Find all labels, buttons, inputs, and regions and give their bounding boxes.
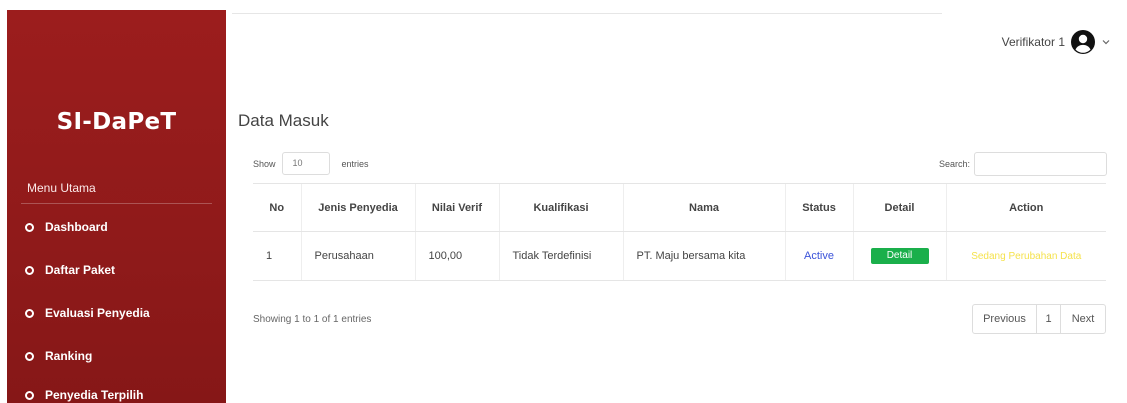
menu-divider	[21, 203, 212, 204]
cell-nilai-verif: 100,00	[414, 231, 499, 281]
cell-kualifikasi: Tidak Terdefinisi	[498, 231, 623, 281]
action-status-text: Sedang Perubahan Data	[971, 251, 1082, 262]
previous-button[interactable]: Previous	[973, 305, 1037, 333]
column-header-no[interactable]: No	[253, 183, 301, 232]
column-header-action[interactable]: Action	[945, 183, 1106, 232]
entries-label: entries	[341, 158, 369, 169]
sidebar-item-daftar-paket[interactable]: Daftar Paket	[25, 259, 115, 281]
user-circle-icon	[1071, 30, 1095, 54]
chevron-down-icon	[1102, 40, 1110, 45]
sidebar-item-label: Penyedia Terpilih	[45, 388, 144, 402]
brand-logo: SI-DaPeT	[56, 109, 177, 135]
sidebar-item-label: Dashboard	[45, 220, 108, 234]
circle-bullet-icon	[25, 222, 34, 232]
sidebar-item-label: Ranking	[45, 349, 93, 363]
user-name: Verifikator 1	[1001, 35, 1065, 49]
column-header-jenis-penyedia[interactable]: Jenis Penyedia	[300, 183, 415, 232]
sidebar: SI-DaPeT Menu Utama Dashboard Daftar Pak…	[7, 10, 226, 403]
circle-bullet-icon	[25, 265, 34, 275]
table-search: Search:	[939, 152, 1107, 176]
user-menu[interactable]: Verifikator 1	[1002, 30, 1111, 54]
data-table: No Jenis Penyedia Nilai Verif Kualifikas…	[253, 183, 1106, 281]
cell-no: 1	[253, 231, 301, 281]
sidebar-item-label: Daftar Paket	[45, 263, 116, 277]
detail-button[interactable]: Detail	[870, 248, 929, 264]
cell-jenis-penyedia: Perusahaan	[300, 231, 415, 281]
entries-length-control: Show 10 entries	[253, 152, 369, 175]
next-button[interactable]: Next	[1061, 305, 1105, 333]
page-title: Data Masuk	[238, 111, 329, 130]
sidebar-item-dashboard[interactable]: Dashboard	[25, 216, 108, 238]
cell-action: Sedang Perubahan Data	[945, 231, 1106, 281]
cell-detail: Detail	[852, 231, 946, 281]
column-header-status[interactable]: Status	[784, 183, 853, 232]
menu-heading: Menu Utama	[27, 181, 96, 195]
column-header-nilai-verif[interactable]: Nilai Verif	[414, 183, 499, 232]
sidebar-item-penyedia-terpilih[interactable]: Penyedia Terpilih	[25, 384, 143, 403]
pagination: Previous 1 Next	[972, 304, 1106, 334]
column-header-detail[interactable]: Detail	[852, 183, 946, 232]
circle-bullet-icon	[25, 390, 34, 400]
table-info: Showing 1 to 1 of 1 entries	[253, 314, 372, 325]
entries-select[interactable]: 10	[281, 152, 330, 175]
column-header-kualifikasi[interactable]: Kualifikasi	[498, 183, 623, 232]
topbar-divider	[232, 13, 942, 14]
show-label: Show	[253, 158, 276, 169]
search-label: Search:	[938, 159, 970, 169]
page-1-button[interactable]: 1	[1037, 305, 1061, 333]
circle-bullet-icon	[25, 308, 34, 318]
sidebar-item-evaluasi-penyedia[interactable]: Evaluasi Penyedia	[25, 302, 150, 324]
table-header-row: No Jenis Penyedia Nilai Verif Kualifikas…	[253, 183, 1106, 232]
circle-bullet-icon	[25, 351, 34, 361]
sidebar-item-ranking[interactable]: Ranking	[25, 345, 92, 367]
cell-nama: PT. Maju bersama kita	[622, 231, 785, 281]
search-input[interactable]	[974, 152, 1107, 176]
table-row: 1 Perusahaan 100,00 Tidak Terdefinisi PT…	[253, 231, 1106, 281]
column-header-nama[interactable]: Nama	[622, 183, 785, 232]
status-badge: Active	[784, 231, 853, 281]
sidebar-item-label: Evaluasi Penyedia	[45, 306, 150, 320]
